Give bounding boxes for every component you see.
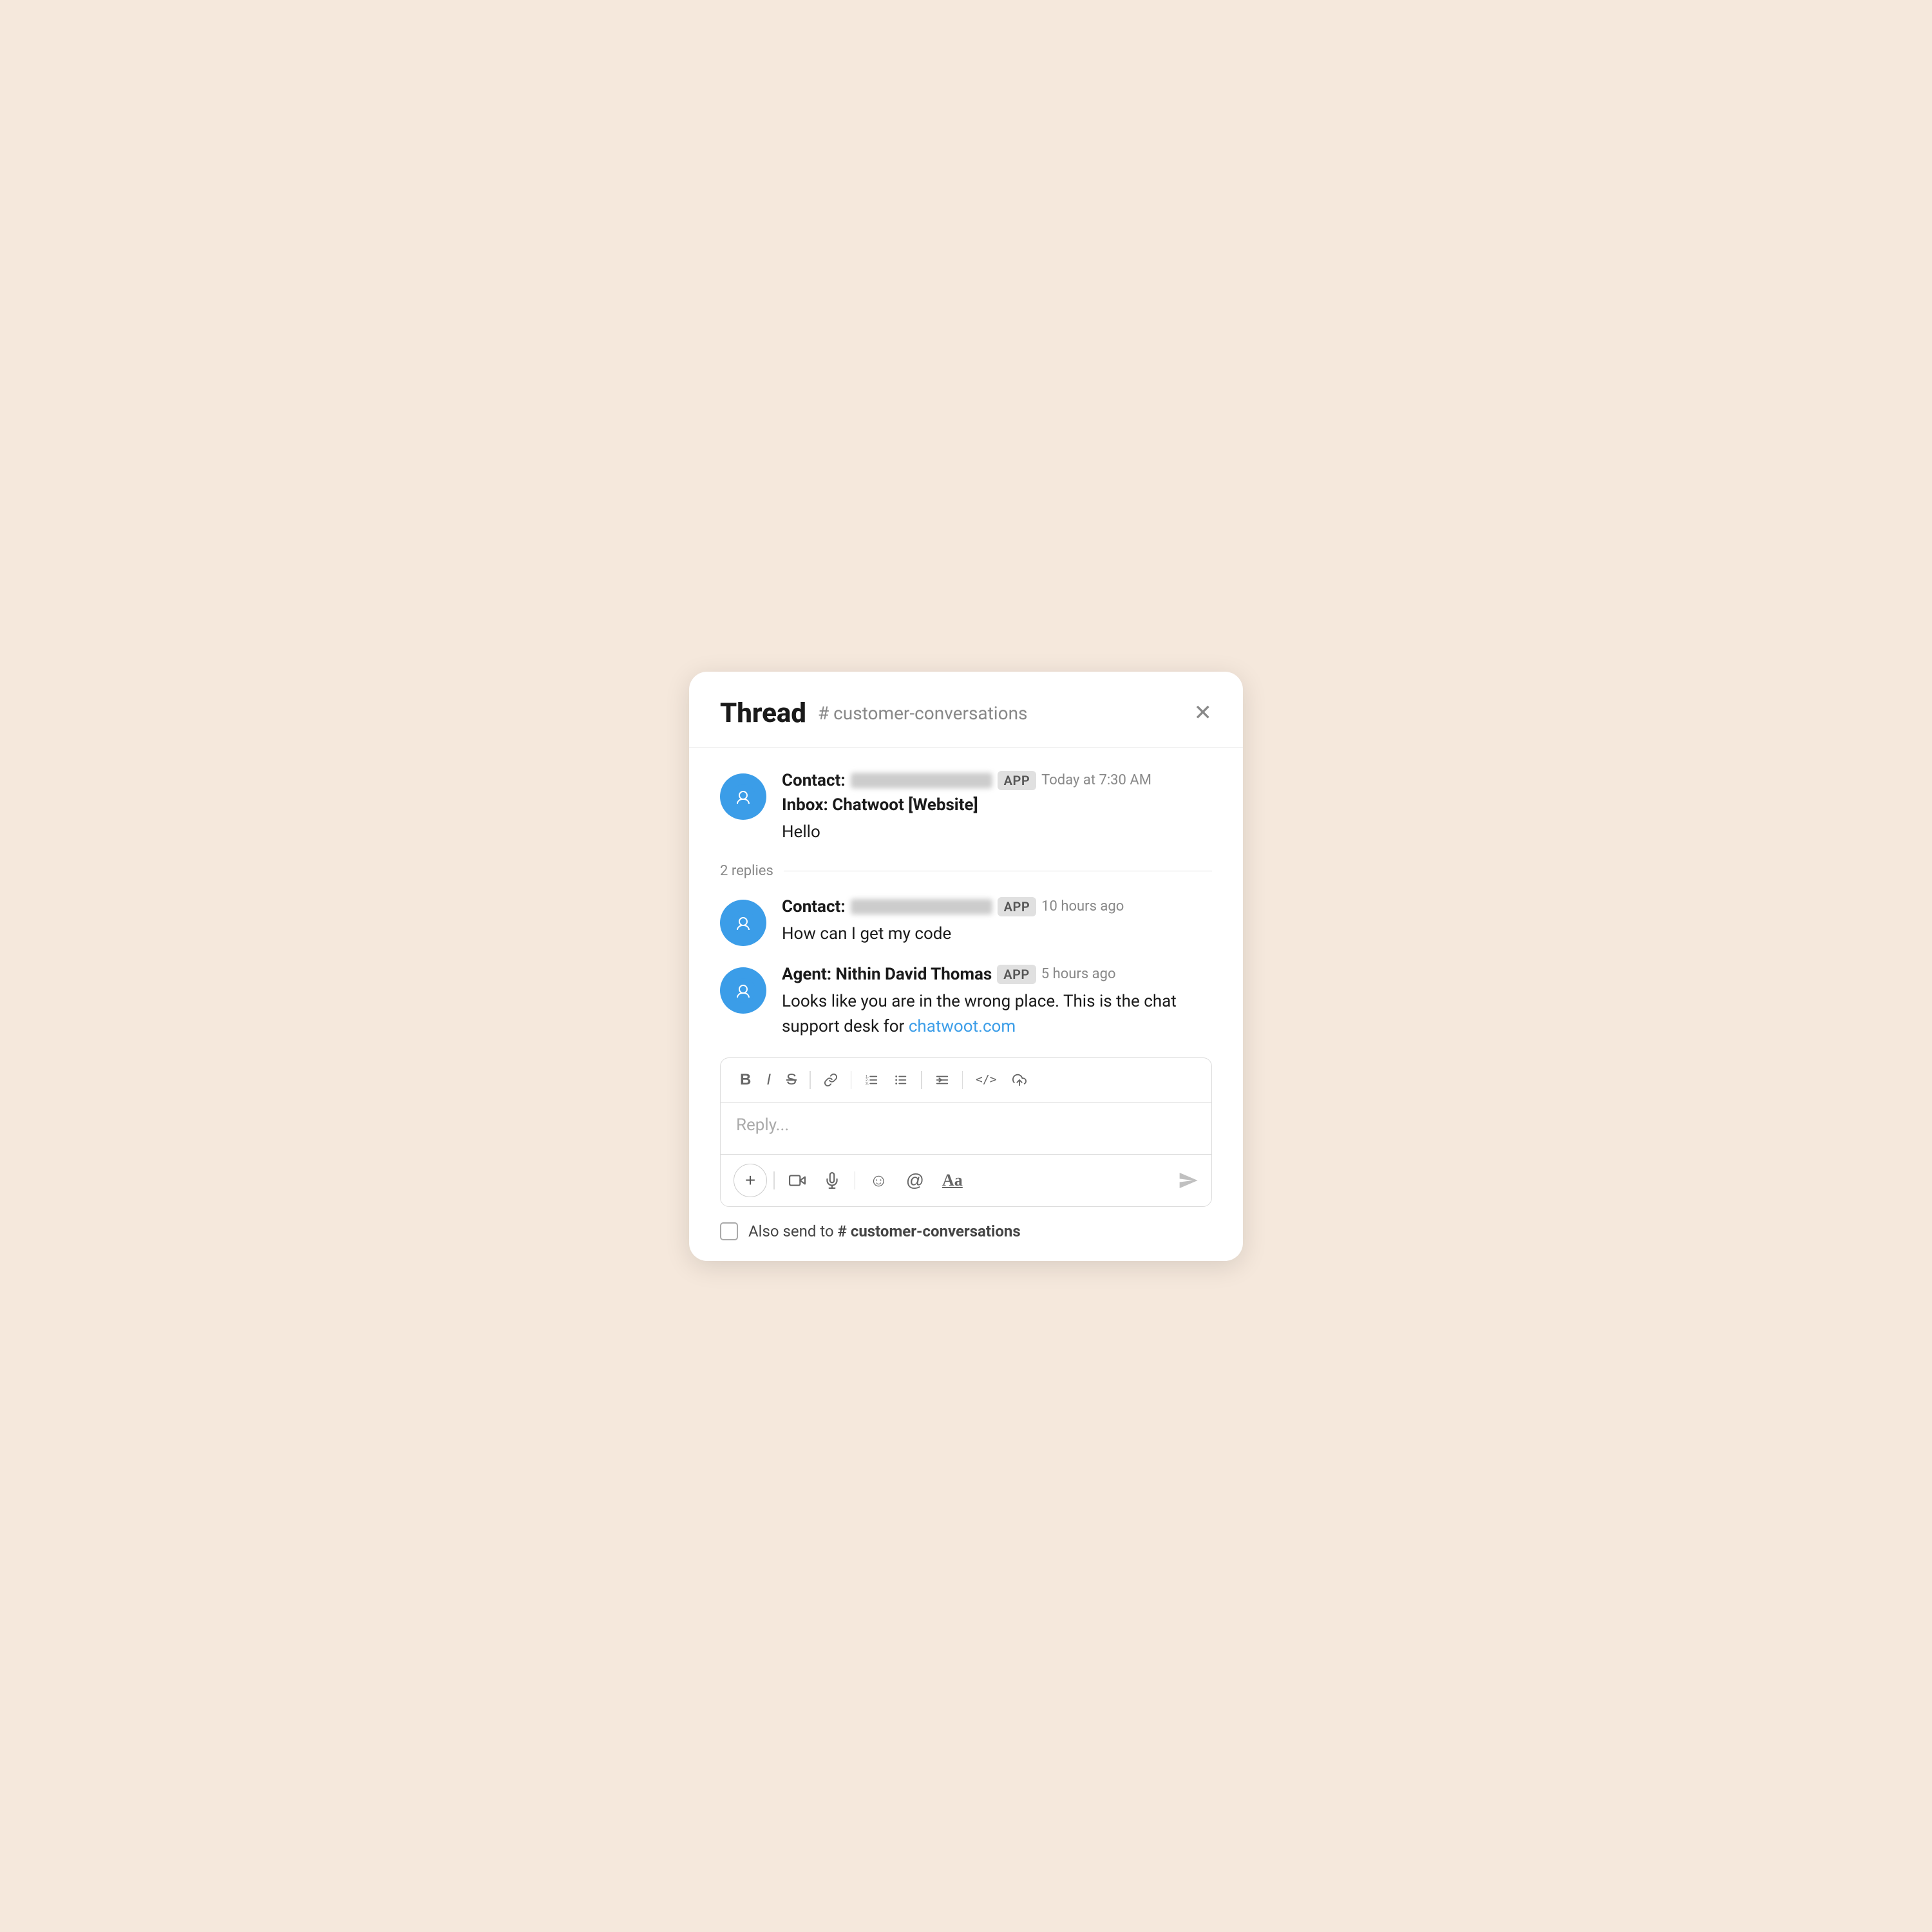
toolbar-divider xyxy=(962,1071,963,1089)
close-button[interactable]: ✕ xyxy=(1194,702,1213,724)
message-text: How can I get my code xyxy=(782,922,1212,947)
placeholder-text: Reply... xyxy=(736,1115,789,1135)
message-sender: Contact: xyxy=(782,897,846,916)
message-text: Hello xyxy=(782,820,1212,845)
chatwoot-link[interactable]: chatwoot.com xyxy=(909,1017,1016,1036)
reply-input-placeholder[interactable]: Reply... xyxy=(721,1103,1211,1154)
message-sender: Contact: xyxy=(782,771,846,790)
app-badge: APP xyxy=(997,965,1036,984)
modal-title: Thread xyxy=(720,697,806,729)
send-button[interactable] xyxy=(1178,1170,1198,1191)
toolbar-icons: B I S 1. 2. 3. xyxy=(721,1058,1211,1103)
modal-footer: Also send to # customer-conversations xyxy=(689,1207,1243,1261)
redacted-name xyxy=(851,773,992,788)
add-button[interactable]: + xyxy=(734,1164,767,1197)
avatar xyxy=(720,900,766,946)
app-badge: APP xyxy=(998,771,1037,790)
mic-button[interactable] xyxy=(816,1167,848,1194)
message-inbox: Inbox: Chatwoot [Website] xyxy=(782,795,1212,815)
message-time: 10 hours ago xyxy=(1041,898,1124,914)
toolbar-divider xyxy=(851,1071,852,1089)
message-item: Agent: Nithin David Thomas APP 5 hours a… xyxy=(720,965,1212,1039)
reply-toolbar: B I S 1. 2. 3. xyxy=(720,1057,1212,1207)
indent-button[interactable] xyxy=(929,1069,956,1091)
toolbar-divider xyxy=(810,1071,811,1089)
message-content: Contact: APP Today at 7:30 AM Inbox: Cha… xyxy=(782,771,1212,845)
message-time: 5 hours ago xyxy=(1041,966,1116,982)
replies-label: 2 replies xyxy=(720,863,773,879)
thread-modal: Thread # customer-conversations ✕ Contac… xyxy=(689,672,1243,1261)
format-button[interactable]: Aa xyxy=(934,1166,971,1195)
app-badge: APP xyxy=(998,897,1037,916)
strikethrough-button[interactable]: S xyxy=(780,1067,803,1093)
message-content: Contact: APP 10 hours ago How can I get … xyxy=(782,897,1212,947)
upload-button[interactable] xyxy=(1006,1069,1033,1091)
also-send-checkbox[interactable] xyxy=(720,1222,738,1240)
replies-divider: 2 replies xyxy=(720,863,1212,879)
footer-label: Also send to # customer-conversations xyxy=(748,1222,1021,1240)
message-meta: Contact: APP 10 hours ago xyxy=(782,897,1212,916)
message-time: Today at 7:30 AM xyxy=(1041,772,1151,788)
italic-button[interactable]: I xyxy=(760,1067,777,1093)
ordered-list-button[interactable]: 1. 2. 3. xyxy=(858,1069,885,1091)
redacted-name xyxy=(851,899,992,914)
message-meta: Contact: APP Today at 7:30 AM xyxy=(782,771,1212,790)
bold-button[interactable]: B xyxy=(734,1067,757,1093)
message-sender: Agent: Nithin David Thomas xyxy=(782,965,992,984)
message-meta: Agent: Nithin David Thomas APP 5 hours a… xyxy=(782,965,1212,984)
toolbar-divider xyxy=(921,1071,922,1089)
action-divider xyxy=(855,1171,856,1189)
avatar xyxy=(720,773,766,820)
message-content: Agent: Nithin David Thomas APP 5 hours a… xyxy=(782,965,1212,1039)
mention-button[interactable]: @ xyxy=(898,1165,932,1196)
code-button[interactable]: </> xyxy=(969,1069,1003,1090)
message-text: Looks like you are in the wrong place. T… xyxy=(782,989,1212,1039)
svg-text:3.: 3. xyxy=(866,1081,869,1086)
message-item: Contact: APP Today at 7:30 AM Inbox: Cha… xyxy=(720,771,1212,845)
link-button[interactable] xyxy=(817,1069,844,1091)
modal-channel: # customer-conversations xyxy=(818,703,1028,724)
modal-body: Contact: APP Today at 7:30 AM Inbox: Cha… xyxy=(689,748,1243,1207)
video-button[interactable] xyxy=(781,1167,813,1194)
action-divider xyxy=(773,1171,775,1189)
emoji-button[interactable]: ☺ xyxy=(862,1165,896,1196)
modal-header: Thread # customer-conversations ✕ xyxy=(689,672,1243,748)
unordered-list-button[interactable] xyxy=(887,1069,914,1091)
avatar xyxy=(720,967,766,1014)
reply-actions: + ☺ @ xyxy=(721,1154,1211,1206)
message-item: Contact: APP 10 hours ago How can I get … xyxy=(720,897,1212,947)
